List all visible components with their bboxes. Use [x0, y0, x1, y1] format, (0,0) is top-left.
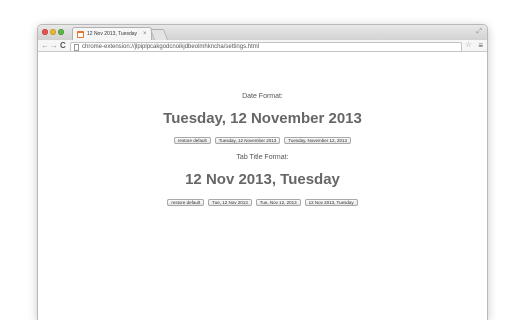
- page-icon: [74, 44, 79, 51]
- tab-title: 12 Nov 2013, Tuesday: [87, 31, 138, 37]
- arrow-right-icon[interactable]: →: [50, 41, 58, 51]
- date-format-label: Date Format:: [242, 93, 283, 100]
- tab-title-format-label: Tab Title Format:: [236, 154, 289, 161]
- calendar-icon: [77, 31, 84, 38]
- browser-tab[interactable]: 12 Nov 2013, Tuesday ×: [72, 27, 152, 40]
- reload-icon[interactable]: C: [60, 41, 66, 51]
- browser-toolbar: ← → C chrome-extension://jlpiplpcakgodcn…: [38, 40, 487, 52]
- tab-title-restore-default-button[interactable]: restore default: [167, 199, 205, 206]
- url-text: chrome-extension://jlpiplpcakgodcnoikjdb…: [82, 44, 260, 50]
- browser-window: 12 Nov 2013, Tuesday × ⤢ ← → C chrome-ex…: [38, 25, 487, 320]
- date-format-options: restore default Tuesday, 12 November 201…: [38, 137, 487, 144]
- date-option-button[interactable]: Tuesday, 12 November 2013: [214, 137, 281, 144]
- fullscreen-icon[interactable]: ⤢: [476, 28, 482, 36]
- close-window-button[interactable]: [42, 29, 48, 35]
- hamburger-menu-icon[interactable]: ≡: [478, 41, 483, 51]
- tab-close-icon[interactable]: ×: [143, 30, 147, 38]
- minimize-window-button[interactable]: [50, 29, 56, 35]
- tab-title-option-button[interactable]: Tue, Nov 12, 2013: [255, 199, 301, 206]
- tab-title-option-button[interactable]: 12 Nov 2013, Tuesday: [304, 199, 358, 206]
- date-restore-default-button[interactable]: restore default: [173, 137, 211, 144]
- date-option-button[interactable]: Tuesday, November 12, 2013: [284, 137, 352, 144]
- date-format-preview: Tuesday, 12 November 2013: [163, 110, 362, 127]
- arrow-left-icon[interactable]: ←: [41, 41, 49, 51]
- address-bar[interactable]: chrome-extension://jlpiplpcakgodcnoikjdb…: [70, 42, 462, 52]
- title-bar: 12 Nov 2013, Tuesday × ⤢: [38, 25, 487, 40]
- star-icon[interactable]: ☆: [465, 41, 472, 49]
- tab-title-option-button[interactable]: Tue, 12 Nov 2013: [208, 199, 252, 206]
- tab-title-options: restore default Tue, 12 Nov 2013 Tue, No…: [38, 199, 487, 206]
- zoom-window-button[interactable]: [58, 29, 64, 35]
- settings-page: Date Format: Tuesday, 12 November 2013 r…: [38, 53, 487, 320]
- tab-title-preview: 12 Nov 2013, Tuesday: [185, 171, 340, 188]
- new-tab-button[interactable]: [149, 29, 169, 40]
